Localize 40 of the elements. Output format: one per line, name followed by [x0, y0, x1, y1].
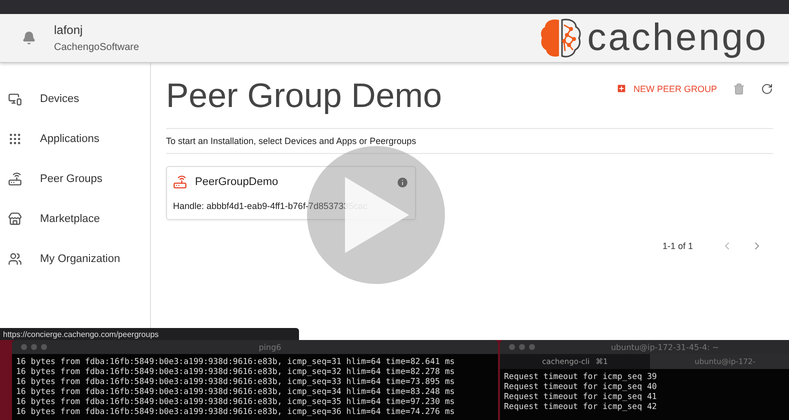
brain-logo-icon	[539, 17, 584, 59]
organization-name: CachengoSoftware	[54, 42, 140, 53]
logo-text: cachengo	[587, 19, 768, 57]
window-controls-icon[interactable]	[20, 343, 50, 351]
plus-icon	[616, 83, 628, 94]
instruction-text: To start an Installation, select Devices and Apps or Peergroups	[166, 128, 773, 154]
new-peer-group-button[interactable]: NEW PEER GROUP	[616, 83, 717, 94]
refresh-button[interactable]	[761, 82, 773, 94]
terminal-line: Request timeout for icmp_seq 40	[504, 381, 658, 391]
delete-button[interactable]	[733, 82, 745, 94]
store-icon	[8, 212, 22, 226]
window-controls-icon[interactable]	[508, 343, 538, 351]
info-icon[interactable]	[396, 176, 409, 188]
terminal-line: Request timeout for icmp_seq 42	[504, 401, 658, 411]
sidebar-item[interactable]: Peer Groups	[0, 159, 150, 199]
terminal-line: 16 bytes from fdba:16fb:5849:b0e3:a199:938d:9616:e83b, icmp_seq=34 hlim=64 time=83.248 ms	[16, 386, 456, 396]
terminal-line: Request timeout for icmp_seq 39	[504, 371, 658, 381]
terminal-line: Request timeout for icmp_seq 41	[504, 391, 658, 401]
grid-icon	[8, 132, 22, 146]
sidebar-item[interactable]: Devices	[0, 79, 150, 119]
link-url-tooltip: https://concierge.cachengo.com/peergroups	[0, 328, 299, 340]
router-icon	[173, 175, 187, 189]
terminal-line: 16 bytes from fdba:16fb:5849:b0e3:a199:938d:9616:e83b, icmp_seq=31 hlim=64 time=82.641 ms	[16, 356, 456, 366]
terminal-title: ping6	[258, 342, 282, 352]
terminal-line: 16 bytes from fdba:16fb:5849:b0e3:a199:938d:9616:e83b, icmp_seq=36 hlim=64 time=74.276 ms	[16, 406, 456, 416]
user-name: lafonj	[54, 23, 84, 37]
terminal-line: 16 bytes from fdba:16fb:5849:b0e3:a199:938d:9616:e83b, icmp_seq=35 hlim=64 time=97.230 ms	[16, 396, 456, 406]
terminal-line: 16 bytes from fdba:16fb:5849:b0e3:a199:938d:9616:e83b, icmp_seq=32 hlim=64 time=82.278 ms	[16, 366, 456, 376]
people-icon	[8, 252, 22, 266]
peer-group-name: PeerGroupDemo	[195, 176, 278, 188]
terminal-line: 16 bytes from fdba:16fb:5849:b0e3:a199:938d:9616:e83b, icmp_seq=33 hlim=64 time=73.895 ms	[16, 376, 456, 386]
bell-icon[interactable]	[22, 31, 36, 45]
sidebar-item[interactable]: Applications	[0, 119, 150, 159]
page-title: Peer Group Demo	[166, 77, 442, 116]
sidebar-item[interactable]: Marketplace	[0, 199, 150, 239]
terminal-title: ubuntu@ip-172-31-45-4: ~	[610, 342, 720, 352]
pagination-text: 1-1 of 1	[662, 241, 693, 251]
devices-icon	[8, 92, 22, 106]
sidebar-item[interactable]: My Organization	[0, 239, 150, 279]
router-icon	[8, 172, 22, 186]
